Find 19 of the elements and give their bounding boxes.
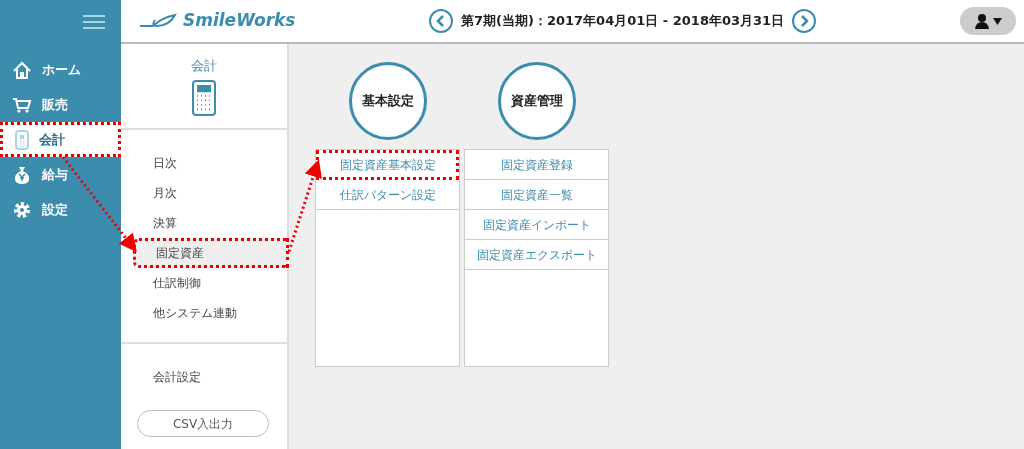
section-title: 会計 xyxy=(191,57,217,75)
logo: SmileWorks xyxy=(183,9,296,33)
submenu-item[interactable]: 仕訳制御 xyxy=(121,268,287,298)
submenu-item[interactable]: 他システム連動 xyxy=(121,298,287,328)
submenu-item[interactable]: 会計設定 xyxy=(121,362,287,392)
sidebar-item[interactable]: 給与 xyxy=(0,157,121,192)
submenu-item[interactable]: 日次 xyxy=(121,148,287,178)
sidebar-item[interactable]: ホーム xyxy=(0,52,121,87)
sidebar-item[interactable]: 設定 xyxy=(0,192,121,227)
submenu-item[interactable]: 固定資産 xyxy=(133,238,289,268)
submenu-item[interactable]: 決算 xyxy=(121,208,287,238)
sidebar-item[interactable]: 会計 xyxy=(0,122,121,157)
sidebar-item[interactable]: 販売 xyxy=(0,87,121,122)
menu-link[interactable]: 固定資産基本設定 xyxy=(316,150,459,180)
category-circle: 資産管理 xyxy=(497,62,576,140)
period-label: 第7期(当期)：2017年04月01日 - 2018年03月31日 xyxy=(461,12,785,31)
submenu-item[interactable]: 月次 xyxy=(121,178,287,208)
category-circle: 基本設定 xyxy=(348,62,427,140)
csv-button[interactable]: CSV入出力 xyxy=(137,410,269,437)
